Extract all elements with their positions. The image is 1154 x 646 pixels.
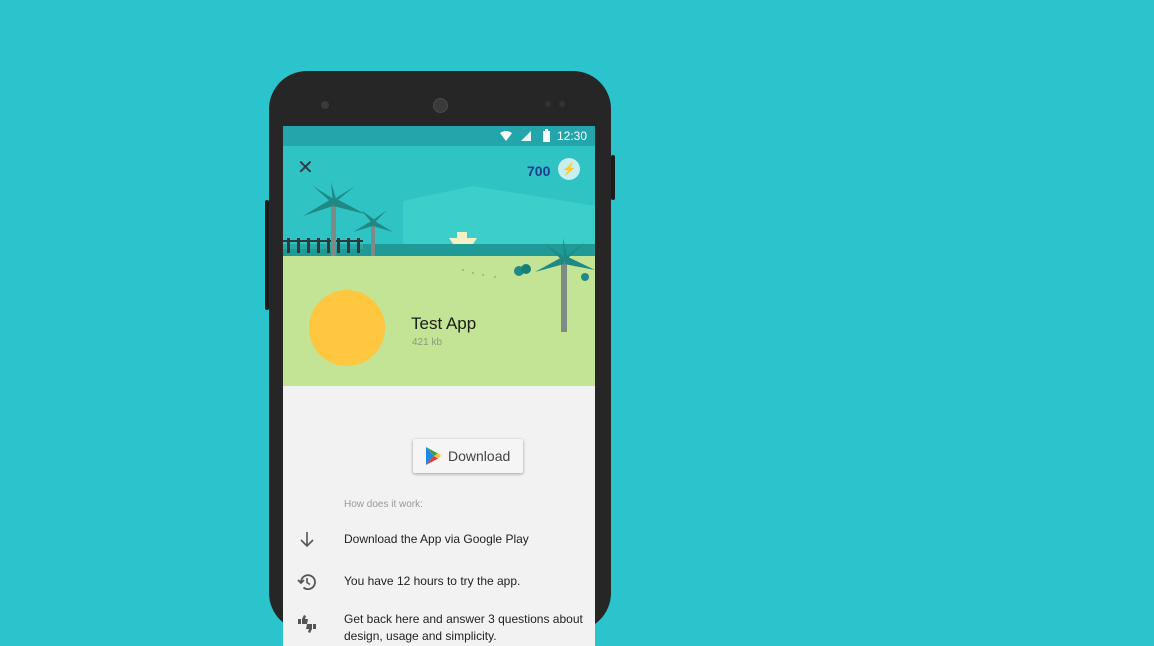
- how-it-works-title: How does it work:: [344, 499, 423, 510]
- power-button: [611, 155, 615, 200]
- app-icon: [309, 290, 385, 366]
- points-badge-icon: ⚡: [558, 158, 580, 180]
- points-count: 700: [527, 163, 551, 179]
- step-text: You have 12 hours to try the app.: [344, 574, 521, 588]
- google-play-icon: [426, 447, 441, 465]
- speaker-grille: [433, 98, 448, 113]
- app-name: Test App: [411, 314, 477, 333]
- status-bar: 12:30: [283, 126, 595, 146]
- arrow-down-icon: [300, 532, 314, 548]
- download-button[interactable]: Download: [413, 439, 523, 473]
- signal-icon: [521, 131, 531, 141]
- history-icon: [297, 574, 316, 591]
- phone-frame: 12:30 ✕ 700 ⚡ Test App 421 kb Download H…: [269, 71, 611, 646]
- wifi-icon: [500, 131, 512, 141]
- volume-button: [265, 200, 269, 310]
- step-text: Download the App via Google Play: [344, 532, 529, 546]
- app-size: 421 kb: [412, 337, 443, 348]
- phone-screen: 12:30 ✕ 700 ⚡ Test App 421 kb Download H…: [283, 126, 595, 646]
- light-sensor: [559, 101, 565, 107]
- thumbs-up-down-icon: [298, 615, 316, 633]
- status-time: 12:30: [556, 129, 587, 143]
- front-camera: [321, 101, 329, 109]
- step-text: Get back here and answer 3 questions abo…: [344, 612, 583, 643]
- battery-icon: [543, 129, 550, 142]
- proximity-sensor: [545, 101, 551, 107]
- download-button-label: Download: [448, 448, 511, 464]
- close-icon[interactable]: ✕: [297, 158, 317, 178]
